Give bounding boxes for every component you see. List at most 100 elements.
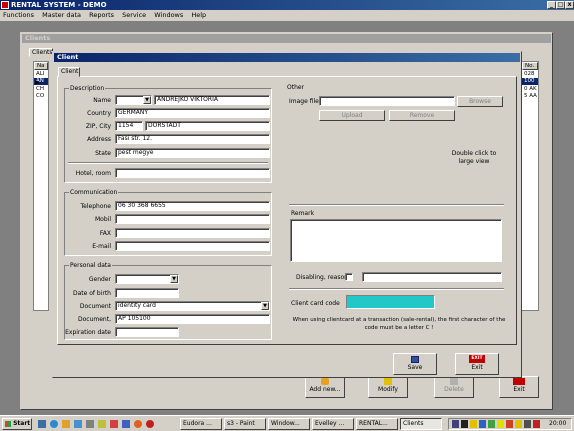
task-clients[interactable]: Clients (400, 418, 442, 430)
divider (68, 162, 268, 164)
quick-launch-icon[interactable] (74, 420, 82, 428)
task-rental[interactable]: RENTAL... (356, 418, 398, 430)
quick-launch-icon[interactable] (86, 420, 94, 428)
system-tray: 20:00 (448, 418, 572, 430)
image-hint: Double click to large view (451, 150, 497, 165)
list-item[interactable]: CH (36, 86, 44, 92)
quick-launch-icon[interactable] (38, 420, 46, 428)
name-prefix-select[interactable]: ▼ (115, 95, 152, 105)
tray-icon[interactable] (452, 420, 459, 428)
task-windows[interactable]: Window... (268, 418, 310, 430)
delete-icon (450, 378, 458, 385)
remark-textarea[interactable] (290, 219, 502, 262)
save-button[interactable]: Save (393, 353, 437, 375)
menu-windows[interactable]: Windows (151, 10, 186, 21)
personal-data-title: Personal data (69, 262, 112, 269)
disabling-checkbox[interactable] (345, 273, 353, 281)
clients-list-right: No. 028 100 0 AK 5 AA (521, 61, 539, 311)
tray-icon[interactable] (488, 420, 495, 428)
image-file-field[interactable] (319, 96, 455, 106)
add-new-button[interactable]: Add new... (305, 376, 345, 398)
quick-launch-icon[interactable] (122, 420, 130, 428)
add-icon (321, 378, 329, 385)
client-card-code-field[interactable] (346, 295, 435, 309)
clock[interactable]: 20:00 (549, 419, 566, 429)
close-button[interactable]: x (565, 1, 574, 9)
task-evelley[interactable]: Evelley ... (312, 418, 354, 430)
document-number-field[interactable]: AP 105100 (115, 314, 270, 324)
dialog-title-bar: Client (54, 53, 520, 62)
list-item[interactable]: ALI (36, 71, 44, 77)
divider (289, 204, 504, 206)
client-card-code-label: Client card code (291, 300, 340, 307)
name-field[interactable]: ANDREJKÓ VIKTÓRIA (154, 95, 270, 105)
menu-reports[interactable]: Reports (86, 10, 117, 21)
quick-launch-icon[interactable] (98, 420, 106, 428)
chevron-down-icon[interactable]: ▼ (170, 275, 178, 283)
clients-exit-button[interactable]: Exit (499, 376, 539, 398)
chevron-down-icon[interactable]: ▼ (261, 302, 269, 310)
mobil-field[interactable] (115, 214, 270, 224)
col-header-no[interactable]: No. (522, 62, 538, 70)
app-title: RENTAL SYSTEM - DEMO (11, 1, 107, 9)
task-paint[interactable]: s3 - Paint (224, 418, 266, 430)
country-field[interactable]: GERMANY (115, 108, 270, 118)
expiration-date-label: Expiration date (65, 329, 111, 336)
quick-launch-icon[interactable] (110, 420, 118, 428)
quick-launch (38, 419, 168, 429)
tray-icon[interactable] (479, 420, 486, 428)
clients-window-title: Clients (22, 34, 551, 43)
exit-button[interactable]: EXIT Exit (455, 353, 499, 375)
dob-field[interactable] (115, 288, 179, 298)
menu-help[interactable]: Help (188, 10, 209, 21)
upload-button[interactable]: Upload (319, 110, 385, 121)
tab-clients[interactable]: Clients (29, 48, 53, 57)
disabling-reason-field[interactable] (362, 272, 502, 282)
hotel-room-field[interactable] (115, 168, 270, 178)
gender-label: Gender (88, 276, 111, 283)
menu-functions[interactable]: Functions (0, 10, 37, 21)
zip-field[interactable]: 1154 (115, 121, 143, 131)
delete-button[interactable]: Delete (434, 376, 474, 398)
state-label: State (95, 150, 111, 157)
telephone-field[interactable]: 06 30 368 6655 (115, 201, 270, 211)
start-button[interactable]: Start (2, 418, 32, 430)
quick-launch-icon[interactable] (50, 420, 58, 428)
address-field[interactable]: Fasi str. 12. (115, 134, 270, 144)
task-eudora[interactable]: Eudora ... (180, 418, 222, 430)
tray-icon[interactable] (533, 420, 540, 428)
menu-service[interactable]: Service (119, 10, 149, 21)
row-pointer-icon: ▶ (35, 79, 40, 86)
remove-button[interactable]: Remove (389, 110, 455, 121)
state-field[interactable]: pest megye (115, 148, 270, 158)
tab-client[interactable]: Client (58, 67, 80, 77)
col-header-name[interactable]: Na (34, 62, 48, 70)
exit-icon: EXIT (469, 355, 485, 363)
document-select[interactable]: identity card (115, 301, 270, 311)
expiration-date-field[interactable] (115, 327, 179, 337)
taskbar: Start Eudora ... s3 - Paint Window... Ev… (0, 415, 574, 431)
menu-master-data[interactable]: Master data (39, 10, 84, 21)
list-item[interactable]: CO (36, 93, 44, 99)
app-title-bar: RENTAL SYSTEM - DEMO _ □ x (0, 0, 574, 10)
quick-launch-icon[interactable] (62, 420, 70, 428)
tray-icon[interactable] (506, 420, 513, 428)
email-field[interactable] (115, 241, 270, 251)
chevron-down-icon[interactable]: ▼ (143, 96, 151, 104)
quick-launch-icon[interactable] (146, 420, 154, 428)
browse-button[interactable]: Browse (457, 96, 503, 107)
minimize-button[interactable]: _ (547, 1, 556, 9)
list-cell: 5 AA (524, 93, 537, 99)
fax-field[interactable] (115, 228, 270, 238)
maximize-button[interactable]: □ (556, 1, 565, 9)
tray-icon[interactable] (515, 420, 522, 428)
tray-icon[interactable] (470, 420, 477, 428)
modify-button[interactable]: Modify (368, 376, 408, 398)
quick-launch-icon[interactable] (134, 420, 142, 428)
tray-icon[interactable] (461, 420, 468, 428)
city-field[interactable]: DORSTADT (145, 121, 270, 131)
fax-label: FAX (99, 230, 111, 237)
tray-icon[interactable] (497, 420, 504, 428)
description-title: Description (69, 85, 106, 92)
tray-icon[interactable] (524, 420, 531, 428)
